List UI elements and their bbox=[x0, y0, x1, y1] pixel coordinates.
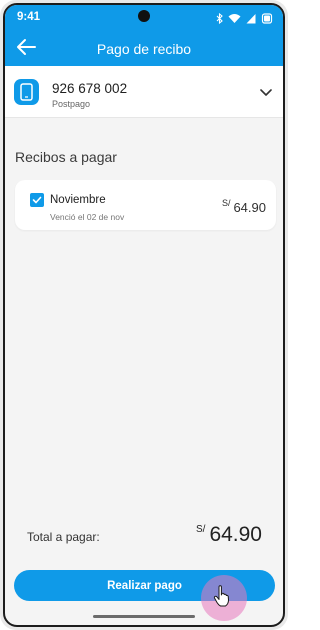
receipt-due-date: Venció el 02 de nov bbox=[50, 212, 125, 222]
receipt-checkbox[interactable] bbox=[30, 193, 44, 207]
status-icons bbox=[216, 11, 273, 25]
line-plan: Postpago bbox=[52, 99, 91, 109]
battery-icon bbox=[261, 11, 273, 24]
receipt-currency: S/ bbox=[221, 198, 231, 208]
pointer-hand-icon bbox=[213, 585, 229, 607]
home-indicator bbox=[93, 615, 195, 618]
signal-icon bbox=[246, 11, 256, 24]
total-currency: S/ bbox=[195, 524, 206, 535]
receipt-amount-value: 64.90 bbox=[233, 200, 266, 215]
receipt-card[interactable]: Noviembre Venció el 02 de nov S/64.90 bbox=[15, 180, 276, 230]
app-header: 9:41 Pago de recibo bbox=[5, 5, 283, 66]
receipt-amount: S/64.90 bbox=[221, 198, 266, 215]
chevron-down-icon[interactable] bbox=[260, 89, 272, 97]
line-number: 926 678 002 bbox=[52, 81, 128, 96]
line-selector[interactable]: 926 678 002 Postpago bbox=[5, 66, 283, 118]
page-title: Pago de recibo bbox=[96, 41, 192, 57]
total-amount-value: 64.90 bbox=[209, 523, 262, 546]
total-label: Total a pagar: bbox=[27, 530, 100, 544]
wifi-icon bbox=[228, 11, 241, 23]
status-time: 9:41 bbox=[17, 11, 41, 23]
camera-cutout bbox=[138, 10, 150, 22]
device-frame: 9:41 Pago de recibo 926 678 002 Postpago… bbox=[0, 0, 288, 630]
section-title: Recibos a pagar bbox=[15, 149, 117, 165]
total-amount: S/64.90 bbox=[196, 523, 262, 547]
phone-badge bbox=[14, 79, 39, 105]
phone-icon bbox=[20, 83, 33, 101]
bluetooth-icon bbox=[216, 11, 223, 25]
status-bar: 9:41 bbox=[5, 5, 283, 31]
checkbox-checked-icon bbox=[32, 196, 42, 204]
screen: 9:41 Pago de recibo 926 678 002 Postpago… bbox=[3, 3, 285, 627]
receipt-name: Noviembre bbox=[50, 194, 106, 206]
